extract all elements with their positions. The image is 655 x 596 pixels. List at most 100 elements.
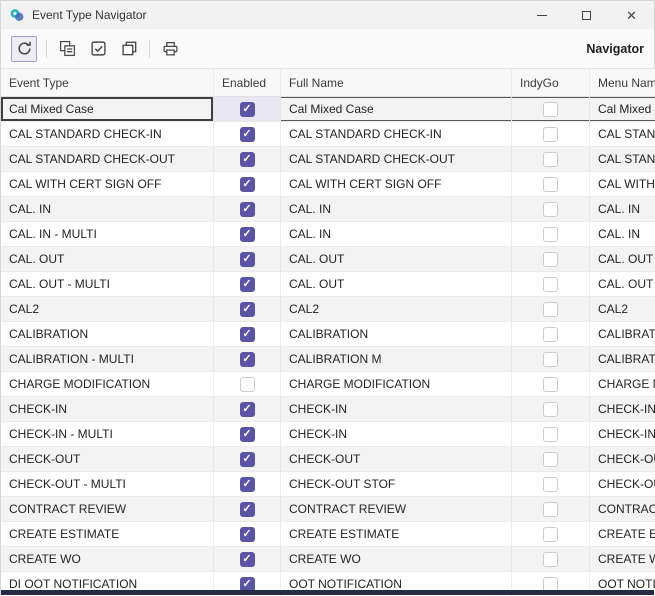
toolbar-separator <box>149 40 150 58</box>
indygo-checkbox[interactable] <box>543 127 558 142</box>
enabled-checkbox[interactable] <box>240 477 255 492</box>
full-name-cell: CONTRACT REVIEW <box>281 497 512 521</box>
column-header-event-type[interactable]: Event Type <box>1 69 214 96</box>
enabled-checkbox[interactable] <box>240 327 255 342</box>
column-header-indygo[interactable]: IndyGo <box>512 69 590 96</box>
records-icon <box>59 40 76 57</box>
indygo-checkbox[interactable] <box>543 252 558 267</box>
enabled-checkbox[interactable] <box>240 152 255 167</box>
menu-name-cell: CREATE ESTIMATE <box>590 522 655 546</box>
indygo-checkbox[interactable] <box>543 152 558 167</box>
enabled-checkbox[interactable] <box>240 552 255 567</box>
indygo-cell <box>512 472 590 496</box>
full-name-cell: CAL STANDARD CHECK-IN <box>281 122 512 146</box>
column-header-menu-name[interactable]: Menu Name <box>590 69 655 96</box>
table-row[interactable]: CHECK-OUT - MULTI CHECK-OUT STOF CHECK-O… <box>1 472 655 497</box>
indygo-checkbox[interactable] <box>543 527 558 542</box>
table-row[interactable]: CAL. IN - MULTI CAL. IN CAL. IN <box>1 222 655 247</box>
enabled-checkbox[interactable] <box>240 277 255 292</box>
enabled-cell <box>214 322 281 346</box>
event-type-cell: CAL. IN - MULTI <box>1 222 214 246</box>
enabled-checkbox[interactable] <box>240 302 255 317</box>
full-name-cell: CAL. IN <box>281 222 512 246</box>
indygo-cell <box>512 197 590 221</box>
table-row[interactable]: CAL. IN CAL. IN CAL. IN <box>1 197 655 222</box>
indygo-checkbox[interactable] <box>543 452 558 467</box>
column-header-full-name[interactable]: Full Name <box>281 69 512 96</box>
enabled-cell <box>214 97 281 121</box>
print-button[interactable] <box>159 38 181 60</box>
table-row[interactable]: CONTRACT REVIEW CONTRACT REVIEW CONTRACT… <box>1 497 655 522</box>
indygo-checkbox[interactable] <box>543 227 558 242</box>
enabled-checkbox[interactable] <box>240 252 255 267</box>
window-panel-button[interactable] <box>118 38 140 60</box>
event-type-cell: CAL. OUT <box>1 247 214 271</box>
indygo-cell <box>512 222 590 246</box>
full-name-cell: CALIBRATION <box>281 322 512 346</box>
full-name-cell: CAL. OUT <box>281 247 512 271</box>
table-row[interactable]: CREATE WO CREATE WO CREATE WO <box>1 547 655 572</box>
table-row[interactable]: CHECK-IN CHECK-IN CHECK-IN <box>1 397 655 422</box>
indygo-checkbox[interactable] <box>543 502 558 517</box>
indygo-checkbox[interactable] <box>543 327 558 342</box>
enabled-cell <box>214 247 281 271</box>
enabled-checkbox[interactable] <box>240 352 255 367</box>
indygo-checkbox[interactable] <box>543 177 558 192</box>
table-row[interactable]: CHECK-IN - MULTI CHECK-IN CHECK-IN <box>1 422 655 447</box>
table-row[interactable]: CAL STANDARD CHECK-OUT CAL STANDARD CHEC… <box>1 147 655 172</box>
table-row[interactable]: CHARGE MODIFICATION CHARGE MODIFICATION … <box>1 372 655 397</box>
enabled-checkbox[interactable] <box>240 202 255 217</box>
indygo-checkbox[interactable] <box>543 552 558 567</box>
menu-name-cell: CONTRACT REVIEW <box>590 497 655 521</box>
event-type-cell: CREATE ESTIMATE <box>1 522 214 546</box>
checklist-button[interactable] <box>87 38 109 60</box>
indygo-checkbox[interactable] <box>543 427 558 442</box>
table-row[interactable]: CAL STANDARD CHECK-IN CAL STANDARD CHECK… <box>1 122 655 147</box>
enabled-checkbox[interactable] <box>240 527 255 542</box>
full-name-cell: CHECK-IN <box>281 422 512 446</box>
enabled-checkbox[interactable] <box>240 177 255 192</box>
enabled-checkbox[interactable] <box>240 402 255 417</box>
indygo-cell <box>512 522 590 546</box>
enabled-checkbox[interactable] <box>240 452 255 467</box>
table-row[interactable]: CAL. OUT CAL. OUT CAL. OUT <box>1 247 655 272</box>
enabled-cell <box>214 497 281 521</box>
records-button[interactable] <box>56 38 78 60</box>
table-row[interactable]: CAL WITH CERT SIGN OFF CAL WITH CERT SIG… <box>1 172 655 197</box>
indygo-checkbox[interactable] <box>543 277 558 292</box>
indygo-checkbox[interactable] <box>543 302 558 317</box>
maximize-button[interactable] <box>564 1 609 29</box>
close-button[interactable]: ✕ <box>609 1 654 29</box>
table-row[interactable]: CAL2 CAL2 CAL2 <box>1 297 655 322</box>
indygo-checkbox[interactable] <box>543 377 558 392</box>
table-row[interactable]: CALIBRATION CALIBRATION CALIBRATION <box>1 322 655 347</box>
event-type-cell: CALIBRATION <box>1 322 214 346</box>
full-name-cell: CAL STANDARD CHECK-OUT <box>281 147 512 171</box>
full-name-cell: CHECK-OUT <box>281 447 512 471</box>
table-row[interactable]: CREATE ESTIMATE CREATE ESTIMATE CREATE E… <box>1 522 655 547</box>
full-name-cell: CAL. OUT <box>281 272 512 296</box>
table-row[interactable]: CALIBRATION - MULTI CALIBRATION M CALIBR… <box>1 347 655 372</box>
indygo-checkbox[interactable] <box>543 402 558 417</box>
table-row[interactable]: CAL. OUT - MULTI CAL. OUT CAL. OUT <box>1 272 655 297</box>
indygo-checkbox[interactable] <box>543 102 558 117</box>
minimize-button[interactable] <box>519 1 564 29</box>
minimize-icon <box>537 15 547 16</box>
enabled-checkbox[interactable] <box>240 227 255 242</box>
refresh-button[interactable] <box>11 36 37 62</box>
menu-name-cell: CAL2 <box>590 297 655 321</box>
enabled-checkbox[interactable] <box>240 377 255 392</box>
indygo-checkbox[interactable] <box>543 352 558 367</box>
table-row[interactable]: CHECK-OUT CHECK-OUT CHECK-OUT <box>1 447 655 472</box>
enabled-cell <box>214 522 281 546</box>
indygo-checkbox[interactable] <box>543 477 558 492</box>
table-header: Event Type Enabled Full Name IndyGo Menu… <box>1 69 655 97</box>
titlebar: Event Type Navigator ✕ <box>1 1 654 29</box>
enabled-checkbox[interactable] <box>240 502 255 517</box>
enabled-checkbox[interactable] <box>240 127 255 142</box>
enabled-checkbox[interactable] <box>240 427 255 442</box>
column-header-enabled[interactable]: Enabled <box>214 69 281 96</box>
enabled-checkbox[interactable] <box>240 102 255 117</box>
table-row[interactable]: Cal Mixed Case Cal Mixed Case Cal Mixed … <box>1 97 655 122</box>
indygo-checkbox[interactable] <box>543 202 558 217</box>
